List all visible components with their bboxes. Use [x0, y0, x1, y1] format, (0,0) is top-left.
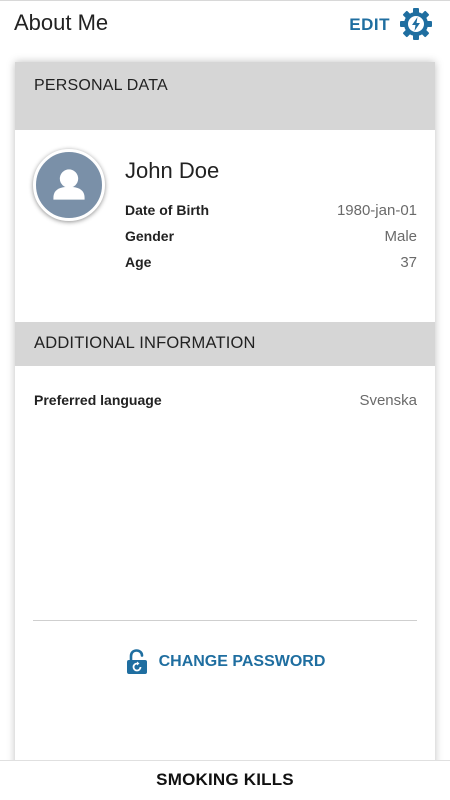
- divider: [33, 620, 417, 621]
- profile-card: PERSONAL DATA John Doe Date of Birth 198…: [15, 62, 435, 782]
- age-value: 37: [400, 254, 417, 271]
- language-value: Svenska: [359, 392, 417, 409]
- dob-value: 1980-jan-01: [336, 202, 417, 219]
- footer-text: SMOKING KILLS: [156, 770, 294, 789]
- gender-row: Gender Male: [125, 228, 417, 248]
- additional-info-header: ADDITIONAL INFORMATION: [15, 322, 435, 366]
- gender-value: Male: [384, 228, 417, 245]
- dob-label: Date of Birth: [125, 202, 209, 218]
- edit-button[interactable]: EDIT: [349, 6, 434, 42]
- user-avatar-icon: [53, 169, 85, 200]
- personal-data-header: PERSONAL DATA: [15, 62, 435, 130]
- app-header: About Me EDIT: [0, 0, 450, 48]
- edit-label: EDIT: [349, 15, 390, 34]
- footer-banner: SMOKING KILLS: [0, 760, 450, 800]
- language-label: Preferred language: [34, 392, 162, 408]
- dob-row: Date of Birth 1980-jan-01: [125, 202, 417, 222]
- additional-info-title: ADDITIONAL INFORMATION: [34, 334, 256, 352]
- change-password-button[interactable]: CHANGE PASSWORD: [15, 647, 435, 677]
- gender-label: Gender: [125, 228, 175, 244]
- user-name: John Doe: [125, 158, 220, 183]
- change-password-label: CHANGE PASSWORD: [158, 653, 326, 670]
- age-row: Age 37: [125, 254, 417, 274]
- language-row: Preferred language Svenska: [34, 392, 417, 412]
- page-title: About Me: [14, 10, 109, 35]
- unlock-icon: [126, 649, 147, 674]
- gear-bolt-icon: [400, 8, 432, 40]
- personal-data-title: PERSONAL DATA: [34, 77, 168, 94]
- age-label: Age: [125, 254, 152, 270]
- avatar: [33, 149, 105, 221]
